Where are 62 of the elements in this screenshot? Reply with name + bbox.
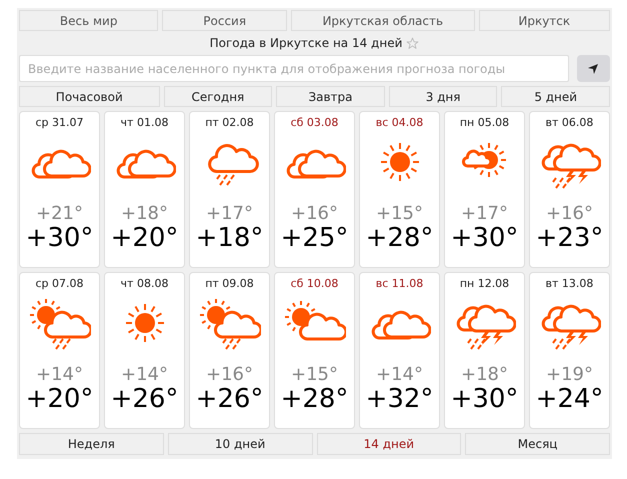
breadcrumb-link[interactable]: Весь мир: [19, 10, 158, 31]
search-field[interactable]: Введите название населенного пункта для отображения прогноза погоды: [19, 55, 569, 82]
sun-cloud-rain-icon: [28, 298, 90, 352]
high-temperature: +26°: [110, 384, 178, 416]
sun-cloud-rain-icon: [198, 298, 260, 352]
low-temperature: +15°: [376, 204, 423, 224]
day-date: вт 13.08: [546, 276, 594, 292]
range-button[interactable]: 5 дней: [501, 86, 610, 107]
period-tab[interactable]: Неделя: [19, 433, 164, 455]
low-temperature: +14°: [36, 364, 83, 384]
star-icon[interactable]: [406, 36, 420, 50]
day-date: пт 02.08: [205, 115, 254, 131]
location-arrow-icon: [587, 62, 600, 74]
breadcrumb-link[interactable]: Иркутск: [478, 10, 610, 31]
low-temperature: +15°: [291, 364, 338, 384]
range-button[interactable]: Завтра: [276, 86, 385, 107]
low-temperature: +17°: [461, 204, 508, 224]
period-tab[interactable]: 14 дней: [316, 433, 462, 455]
high-temperature: +30°: [450, 223, 518, 254]
low-temperature: +19°: [546, 364, 593, 384]
period-tab[interactable]: Месяц: [465, 433, 610, 455]
low-temperature: +21°: [36, 204, 83, 224]
locate-button[interactable]: [576, 55, 610, 82]
low-temperature: +16°: [546, 204, 593, 224]
day-date: сб 10.08: [290, 276, 338, 292]
high-temperature: +20°: [110, 223, 178, 254]
day-date: пт 09.08: [205, 276, 254, 292]
period-tab[interactable]: 10 дней: [168, 433, 312, 455]
low-temperature: +16°: [291, 204, 338, 224]
high-temperature: +25°: [280, 223, 348, 254]
low-temperature: +18°: [121, 204, 168, 224]
high-temperature: +30°: [450, 384, 518, 416]
high-temperature: +28°: [280, 384, 348, 416]
page-title: Погода в Иркутске на 14 дней: [210, 35, 402, 52]
breadcrumb-link[interactable]: Иркутская область: [291, 10, 474, 31]
day-date: вс 04.08: [376, 115, 424, 131]
day-date: пн 05.08: [460, 115, 510, 131]
high-temperature: +28°: [366, 223, 434, 254]
day-date: вт 06.08: [546, 115, 594, 131]
day-date: чт 08.08: [120, 276, 168, 292]
day-date: пн 12.08: [460, 276, 510, 292]
low-temperature: +16°: [206, 364, 253, 384]
day-date: сб 03.08: [290, 115, 338, 131]
high-temperature: +26°: [196, 384, 264, 416]
low-temperature: +17°: [206, 204, 253, 224]
low-temperature: +14°: [376, 364, 423, 384]
low-temperature: +18°: [461, 364, 508, 384]
day-date: вс 11.08: [376, 276, 424, 292]
high-temperature: +32°: [366, 384, 434, 416]
breadcrumb-link[interactable]: Россия: [162, 10, 287, 31]
high-temperature: +23°: [536, 223, 604, 254]
range-button[interactable]: 3 дня: [388, 86, 498, 107]
range-button[interactable]: Сегодня: [164, 86, 272, 107]
day-date: чт 01.08: [120, 115, 168, 131]
range-button[interactable]: Почасовой: [19, 86, 160, 107]
day-date: ср 31.07: [35, 115, 84, 131]
high-temperature: +18°: [196, 223, 264, 254]
high-temperature: +30°: [26, 223, 94, 254]
high-temperature: +24°: [536, 384, 604, 416]
high-temperature: +20°: [26, 384, 94, 416]
day-date: ср 07.08: [35, 276, 84, 292]
low-temperature: +14°: [121, 364, 168, 384]
